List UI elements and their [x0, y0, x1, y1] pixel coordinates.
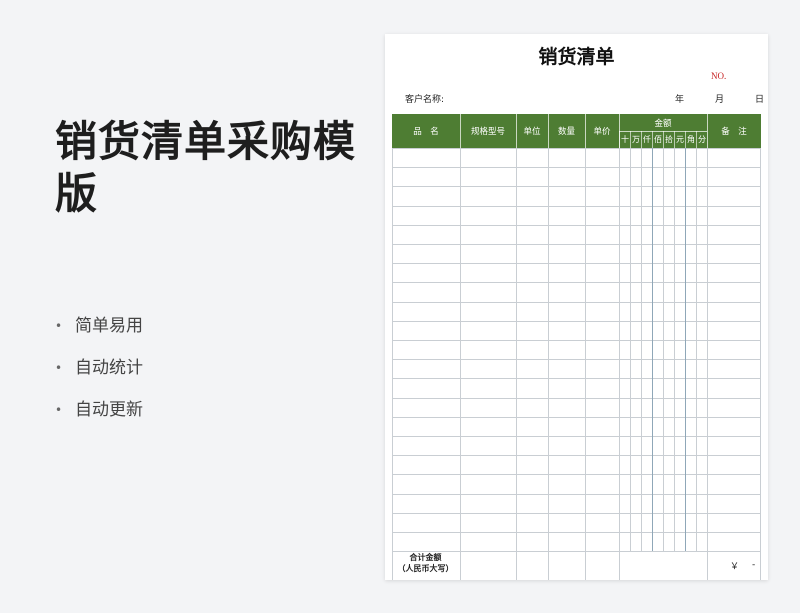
table-row-line: [392, 378, 761, 380]
table-column-line: [619, 148, 620, 580]
table-row-line: [392, 532, 761, 533]
col-header-name: 品 名: [413, 127, 439, 137]
table-row-line: [392, 301, 761, 303]
sheet-title: 销货清单: [538, 46, 615, 68]
sales-list-sheet: 销货清单 NO. 客户名称: 年 月 日 品 名 规格型号 单位 数量 单价 金…: [385, 34, 768, 580]
header-column-divider: [585, 114, 586, 148]
bullet-icon: •: [55, 361, 63, 375]
table-row-line: [392, 416, 761, 418]
amount-digit-header: 十: [619, 131, 630, 148]
table-column-line: [392, 148, 393, 580]
table-row-line: [392, 397, 761, 399]
table-column-line: [516, 148, 517, 580]
table-row-line: [392, 474, 761, 476]
amount-digit-header: 拾: [663, 131, 674, 148]
table-row-line: [392, 148, 761, 149]
amount-digit-header: 角: [685, 131, 696, 148]
amount-digit-header: 分: [696, 131, 707, 148]
feature-item: • 自动更新: [55, 396, 143, 438]
table-row-line: [392, 263, 761, 265]
feature-label: 简单易用: [75, 316, 143, 336]
table-row-line: [392, 359, 761, 361]
amount-digit-header: 仟: [641, 131, 652, 148]
table-row-line: [392, 167, 761, 169]
table-row-line: [392, 244, 761, 245]
month-label: 月: [715, 95, 725, 105]
table-row-line: [392, 282, 761, 284]
total-amount-label-line1: 合计金额: [409, 553, 442, 562]
amount-digit-line: [663, 148, 664, 552]
total-amount-label: 合计金额 （人民币大写）: [392, 552, 459, 574]
amount-digit-header: 万: [630, 131, 641, 148]
amount-digit-line: [685, 148, 686, 552]
header-column-divider: [619, 114, 620, 148]
table-column-line: [760, 148, 761, 580]
table-row-line: [392, 186, 761, 188]
col-header-amount: 金额: [654, 118, 672, 129]
table-column-line: [707, 148, 708, 580]
table-column-line: [548, 148, 549, 580]
feature-label: 自动更新: [75, 400, 143, 420]
amount-digit-line: [641, 148, 642, 552]
col-header-unit: 单位: [523, 127, 541, 137]
table-row-line: [392, 340, 761, 341]
feature-list: • 简单易用 • 自动统计 • 自动更新: [55, 312, 143, 438]
table-row-line: [392, 512, 761, 514]
serial-number-label: NO.: [711, 71, 727, 81]
hero-title: 销货清单采购模版: [55, 117, 357, 218]
feature-item: • 简单易用: [55, 312, 143, 354]
table-column-line: [460, 148, 461, 580]
day-label: 日: [755, 95, 765, 105]
amount-digit-line: [630, 148, 631, 552]
bullet-icon: •: [55, 319, 63, 333]
table-row-line: [392, 224, 761, 226]
header-column-divider: [516, 114, 517, 148]
table-row-line: [392, 551, 761, 553]
amount-header-divider: [619, 131, 707, 132]
header-column-divider: [548, 114, 549, 148]
amount-digit-header: 佰: [652, 131, 663, 148]
header-column-divider: [707, 114, 708, 148]
year-label: 年: [675, 95, 685, 105]
table-row-line: [392, 205, 761, 207]
col-header-spec: 规格型号: [470, 127, 505, 137]
feature-label: 自动统计: [75, 358, 143, 378]
col-header-price: 单价: [593, 127, 611, 137]
amount-digit-header: 元: [674, 131, 685, 148]
total-dash: -: [752, 560, 756, 570]
col-header-note: 备 注: [721, 127, 747, 137]
bullet-icon: •: [55, 403, 63, 417]
amount-digit-line: [696, 148, 697, 552]
sales-table: 品 名 规格型号 单位 数量 单价 金额 备 注 合计金额 （人民币大写） ￥ …: [392, 114, 761, 580]
table-column-line: [585, 148, 586, 580]
total-amount-label-line2: （人民币大写）: [397, 564, 454, 573]
amount-digit-line: [652, 148, 653, 552]
table-row-line: [392, 493, 761, 495]
header-column-divider: [460, 114, 461, 148]
table-row-line: [392, 436, 761, 437]
customer-name-label: 客户名称:: [405, 95, 445, 105]
feature-item: • 自动统计: [55, 354, 143, 396]
col-header-qty: 数量: [557, 127, 575, 137]
amount-digit-line: [674, 148, 675, 552]
table-row-line: [392, 320, 761, 322]
currency-symbol: ￥: [730, 562, 740, 572]
table-row-line: [392, 455, 761, 457]
